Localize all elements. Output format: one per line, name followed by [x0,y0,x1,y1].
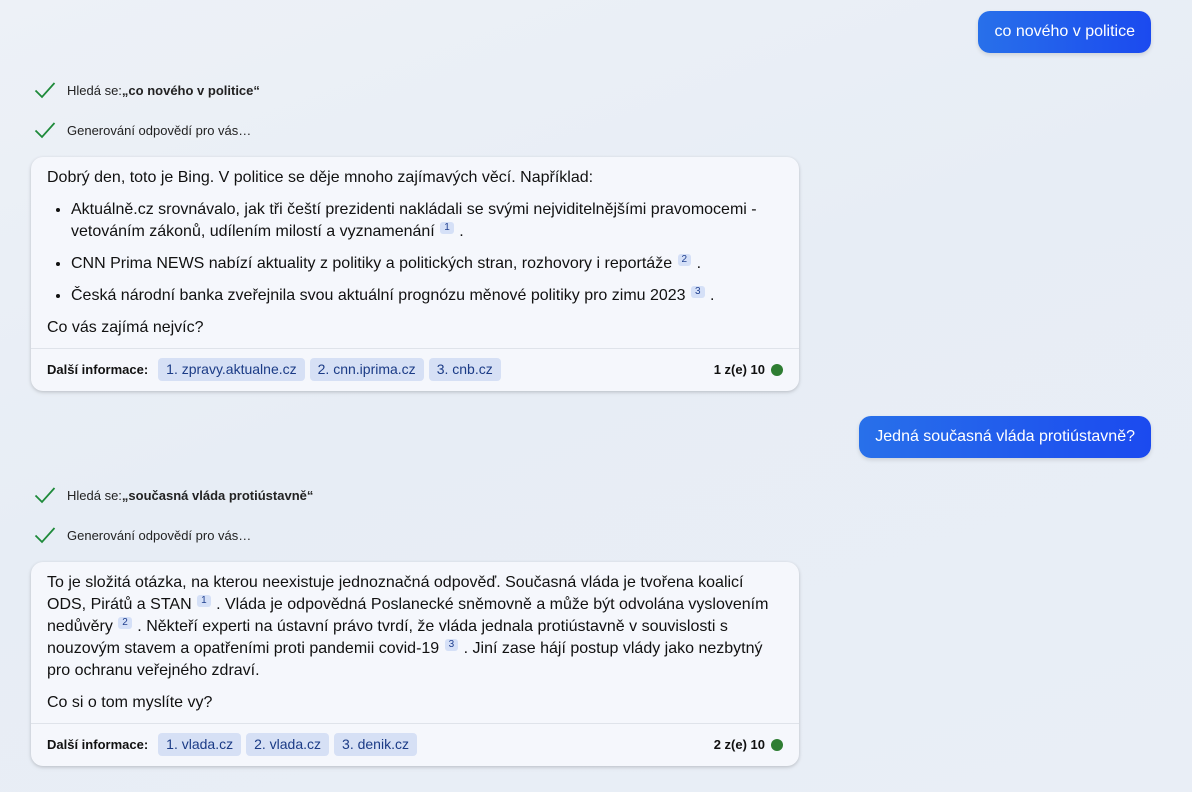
turn-counter-text: 2 z(e) 10 [713,736,765,752]
citation-3[interactable]: 3 [444,639,459,651]
sources-footer: Další informace: 1. vlada.cz 2. vlada.cz… [31,723,799,766]
generating-text: Generování odpovědí pro vás… [67,527,252,543]
bullet-text: Aktuálně.cz srovnávalo, jak tři čeští pr… [71,201,757,240]
generating-text: Generování odpovědí pro vás… [67,122,252,138]
search-prefix: Hledá se: [67,487,122,503]
sources-label: Další informace: [47,736,149,752]
answer-list-item: Česká národní banka zveřejnila svou aktu… [71,285,783,307]
turn-counter: 2 z(e) 10 [714,734,783,756]
search-status: Hledá se: „současná vláda protiústavně“ [34,485,313,505]
turn-counter-text: 1 z(e) 10 [713,361,765,377]
answer-intro: Dobrý den, toto je Bing. V politice se d… [47,169,594,186]
answer-body: Dobrý den, toto je Bing. V politice se d… [31,157,799,348]
status-dot-icon [771,738,783,751]
source-link[interactable]: 1. zpravy.aktualne.cz [158,358,305,381]
citation-2[interactable]: 2 [677,254,692,266]
search-status: Hledá se: „co nového v politice“ [34,80,260,100]
answer-closing: Co vás zajímá nejvíc? [47,319,204,336]
bullet-end: . [696,255,702,272]
citation-1[interactable]: 1 [440,222,454,234]
answer-paragraph: To je složitá otázka, na kterou neexistu… [47,572,783,682]
source-link[interactable]: 3. denik.cz [334,733,417,756]
citation-2[interactable]: 2 [118,617,132,629]
checkmark-icon [34,122,56,139]
source-link[interactable]: 1. vlada.cz [158,733,242,756]
source-link[interactable]: 2. vlada.cz [246,733,330,756]
answer-list: Aktuálně.cz srovnávalo, jak tři čeští pr… [47,199,783,307]
citation-3[interactable]: 3 [691,286,705,298]
bot-answer-card: To je složitá otázka, na kterou neexistu… [31,562,799,766]
generating-status: Generování odpovědí pro vás… [34,525,251,545]
turn-counter: 1 z(e) 10 [714,359,783,381]
checkmark-icon [34,82,56,99]
checkmark-icon [34,527,56,544]
search-query: „současná vláda protiústavně“ [121,487,314,503]
user-message-bubble: Jedná současná vláda protiústavně? [859,416,1151,458]
bullet-end: . [459,223,464,240]
citation-1[interactable]: 1 [197,595,211,607]
checkmark-icon [34,487,56,504]
sources-label: Další informace: [47,361,149,377]
answer-body: To je složitá otázka, na kterou neexistu… [31,562,799,723]
answer-list-item: Aktuálně.cz srovnávalo, jak tři čeští pr… [71,199,783,243]
generating-status: Generování odpovědí pro vás… [34,120,251,140]
user-message-bubble: co nového v politice [978,11,1151,53]
answer-closing: Co si o tom myslíte vy? [47,694,213,711]
bot-answer-card: Dobrý den, toto je Bing. V politice se d… [31,157,799,391]
search-prefix: Hledá se: [67,82,122,98]
sources-footer: Další informace: 1. zpravy.aktualne.cz 2… [31,348,799,391]
status-dot-icon [771,363,783,376]
bullet-end: . [710,287,715,304]
answer-list-item: CNN Prima NEWS nabízí aktuality z politi… [71,253,783,275]
search-query: „co nového v politice“ [121,82,260,98]
bullet-text: CNN Prima NEWS nabízí aktuality z politi… [71,255,673,272]
source-link[interactable]: 2. cnn.iprima.cz [309,358,424,381]
bullet-text: Česká národní banka zveřejnila svou aktu… [71,287,686,304]
source-link[interactable]: 3. cnb.cz [428,358,501,381]
